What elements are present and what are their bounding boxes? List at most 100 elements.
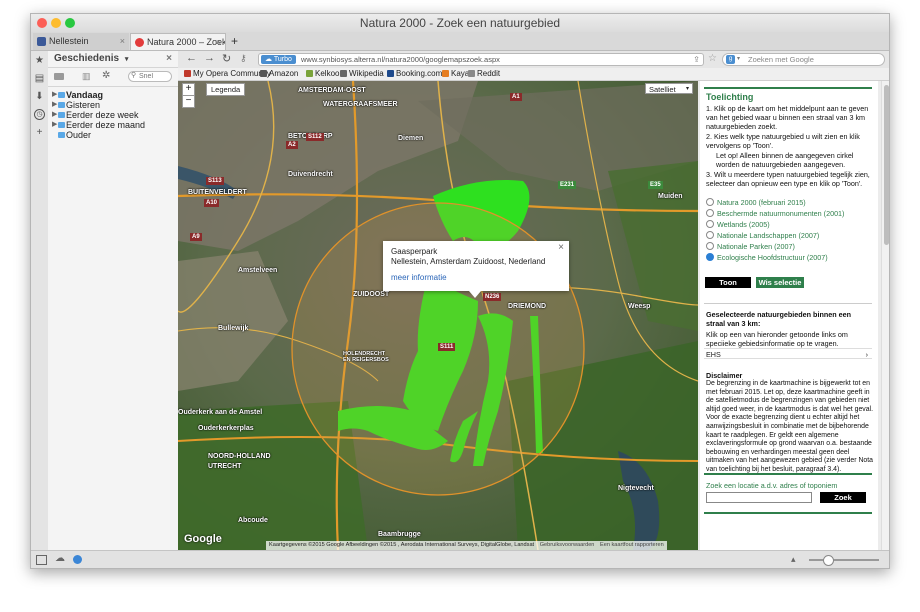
disclosure-triangle-icon[interactable]: ▶ bbox=[52, 120, 57, 130]
google-search-icon[interactable]: g bbox=[726, 55, 735, 64]
area-type-radio[interactable]: Ecologische Hoofdstructuur (2007) bbox=[706, 253, 828, 263]
address-bar[interactable]: ☁ Turbo www.synbiosys.alterra.nl/natura2… bbox=[258, 53, 704, 66]
map-type-select[interactable]: Satelliet ▾ bbox=[645, 83, 693, 94]
turbo-status-icon[interactable] bbox=[73, 555, 82, 564]
radio-circle-icon[interactable] bbox=[706, 231, 714, 239]
cloud-icon[interactable]: ☁ bbox=[55, 553, 65, 564]
zoom-out-button[interactable]: − bbox=[182, 95, 195, 108]
turbo-badge[interactable]: ☁ Turbo bbox=[261, 55, 296, 64]
add-panel-icon[interactable]: + bbox=[34, 127, 45, 138]
search-box[interactable]: g ▾ Zoeken met Google bbox=[722, 53, 885, 66]
vertical-scrollbar[interactable] bbox=[881, 81, 889, 550]
disclosure-triangle-icon[interactable]: ▶ bbox=[52, 100, 57, 110]
location-search-input[interactable] bbox=[706, 492, 812, 503]
back-icon[interactable]: ← bbox=[186, 52, 197, 64]
road-shield-label: N236 bbox=[483, 293, 502, 301]
bookmark-favicon-icon bbox=[260, 70, 267, 77]
radio-circle-icon[interactable] bbox=[706, 242, 714, 250]
area-type-radio[interactable]: Beschermde natuurmonumenten (2001) bbox=[706, 209, 844, 219]
new-tab-button[interactable]: + bbox=[228, 33, 242, 50]
zoom-out-icon[interactable]: ▴ bbox=[791, 554, 796, 565]
radio-circle-icon[interactable] bbox=[706, 198, 714, 206]
more-info-link[interactable]: meer informatie bbox=[391, 273, 561, 283]
zoom-slider-thumb[interactable] bbox=[823, 555, 834, 566]
bookmark-star-icon[interactable]: ☆ bbox=[708, 53, 717, 64]
bookmark-item[interactable]: Wikipedia bbox=[340, 68, 384, 80]
folder-icon[interactable] bbox=[54, 73, 64, 80]
terms-link[interactable]: Gebruiksvoorwaarden bbox=[540, 542, 595, 548]
history-item-eerder-deze-maand[interactable]: ▶ Eerder deze maand bbox=[48, 120, 178, 130]
close-window-button[interactable] bbox=[37, 18, 47, 28]
ehs-row[interactable]: EHS › bbox=[704, 348, 872, 359]
map-place-label: NOORD-HOLLAND bbox=[208, 453, 271, 460]
area-type-label: Nationale Landschappen (2007) bbox=[717, 231, 820, 240]
history-item-eerder-deze-week[interactable]: ▶ Eerder deze week bbox=[48, 110, 178, 120]
history-item-ouder[interactable]: Ouder bbox=[48, 130, 178, 140]
trash-icon[interactable]: ▥ bbox=[82, 71, 91, 82]
bookmark-item[interactable]: Booking.com bbox=[387, 68, 442, 80]
history-item-label: Eerder deze maand bbox=[66, 120, 146, 130]
forward-icon[interactable]: → bbox=[204, 52, 215, 64]
satellite-map[interactable] bbox=[178, 81, 698, 550]
chevron-down-icon[interactable]: ▾ bbox=[737, 54, 740, 65]
area-type-radio[interactable]: Natura 2000 (februari 2015) bbox=[706, 198, 806, 208]
tab-nellestein[interactable]: Nellestein × bbox=[33, 33, 129, 50]
map-view[interactable]: AMSTERDAM-OOSTWATERGRAAFSMEERBETONDORPDi… bbox=[178, 81, 698, 550]
legend-button[interactable]: Legenda bbox=[206, 83, 246, 96]
folder-icon bbox=[58, 92, 65, 98]
area-type-label: Natura 2000 (februari 2015) bbox=[717, 198, 806, 207]
navigation-bar: ← → ↻ ⚷ ☁ Turbo www.synbiosys.alterra.nl… bbox=[178, 51, 889, 69]
popup-title: Gaasperpark bbox=[391, 247, 438, 256]
history-item-gisteren[interactable]: ▶ Gisteren bbox=[48, 100, 178, 110]
scrollbar-thumb[interactable] bbox=[884, 85, 889, 245]
radio-circle-icon[interactable] bbox=[706, 220, 714, 228]
bookmark-item[interactable]: Reddit bbox=[468, 68, 500, 80]
bookmark-item[interactable]: My Opera Community bbox=[184, 68, 271, 80]
toelichting-heading: Toelichting bbox=[706, 92, 754, 102]
road-shield-label: A2 bbox=[286, 141, 298, 149]
close-tab-icon[interactable]: × bbox=[120, 33, 125, 50]
toon-button[interactable]: Toon bbox=[705, 277, 751, 288]
disclosure-triangle-icon[interactable]: ▶ bbox=[52, 90, 57, 100]
area-type-radio[interactable]: Nationale Landschappen (2007) bbox=[706, 231, 819, 241]
radio-circle-icon[interactable] bbox=[706, 209, 714, 217]
map-place-label: WATERGRAAFSMEER bbox=[323, 101, 398, 108]
history-item-vandaag[interactable]: ▶ Vandaag bbox=[48, 90, 178, 100]
map-place-label: Diemen bbox=[398, 135, 424, 142]
bookmarks-star-icon[interactable]: ★ bbox=[34, 55, 45, 66]
key-icon[interactable]: ⚷ bbox=[240, 53, 247, 64]
wis-selectie-button[interactable]: Wis selectie bbox=[756, 277, 804, 288]
bookmark-item[interactable]: Amazon bbox=[260, 68, 298, 80]
disclosure-triangle-icon[interactable]: ▶ bbox=[52, 110, 57, 120]
step-3: 3. Wilt u meerdere typen natuurgebied te… bbox=[706, 170, 870, 188]
share-icon[interactable]: ⇪ bbox=[693, 54, 700, 65]
report-link[interactable]: Een kaartfout rapporteren bbox=[600, 542, 664, 548]
area-type-radio[interactable]: Wetlands (2005) bbox=[706, 220, 770, 230]
minimize-window-button[interactable] bbox=[51, 18, 61, 28]
history-panel: Geschiedenis ▾ × ▥ ✲ ⚲ ▶ Vandaag ▶ Gistere… bbox=[48, 51, 179, 550]
tab-natura2000[interactable]: Natura 2000 – Zoek ... × bbox=[130, 33, 226, 50]
history-clock-icon[interactable]: ◷ bbox=[34, 109, 45, 120]
attribution-text: Kaartgegevens ©2015 Google Afbeeldingen … bbox=[269, 542, 535, 548]
radio-circle-icon[interactable] bbox=[706, 253, 714, 261]
history-panel-title[interactable]: Geschiedenis bbox=[54, 53, 119, 64]
close-panel-icon[interactable]: × bbox=[166, 51, 172, 67]
close-popup-icon[interactable]: × bbox=[558, 243, 564, 253]
history-item-label: Ouder bbox=[66, 130, 92, 140]
zoom-window-button[interactable] bbox=[65, 18, 75, 28]
chevron-down-icon[interactable]: ▾ bbox=[125, 56, 129, 63]
zoek-button[interactable]: Zoek bbox=[820, 492, 866, 503]
gear-icon[interactable]: ✲ bbox=[102, 70, 110, 81]
downloads-icon[interactable]: ⬇ bbox=[34, 91, 45, 102]
reload-icon[interactable]: ↻ bbox=[222, 52, 231, 65]
panel-toggle-icon[interactable] bbox=[36, 555, 47, 565]
notes-icon[interactable]: ▤ bbox=[34, 73, 45, 84]
url-text[interactable]: www.synbiosys.alterra.nl/natura2000/goog… bbox=[301, 54, 500, 65]
road-shield-label: S112 bbox=[306, 133, 324, 141]
close-tab-icon[interactable]: × bbox=[216, 34, 221, 50]
zoom-slider[interactable] bbox=[809, 555, 879, 566]
bookmark-item[interactable]: Kelkoo bbox=[306, 68, 339, 80]
area-type-radio[interactable]: Nationale Parken (2007) bbox=[706, 242, 795, 252]
map-place-label: Duivendrecht bbox=[288, 171, 333, 178]
bookmarks-bar: My Opera Community Amazon Kelkoo Wikipedia B… bbox=[178, 68, 889, 81]
